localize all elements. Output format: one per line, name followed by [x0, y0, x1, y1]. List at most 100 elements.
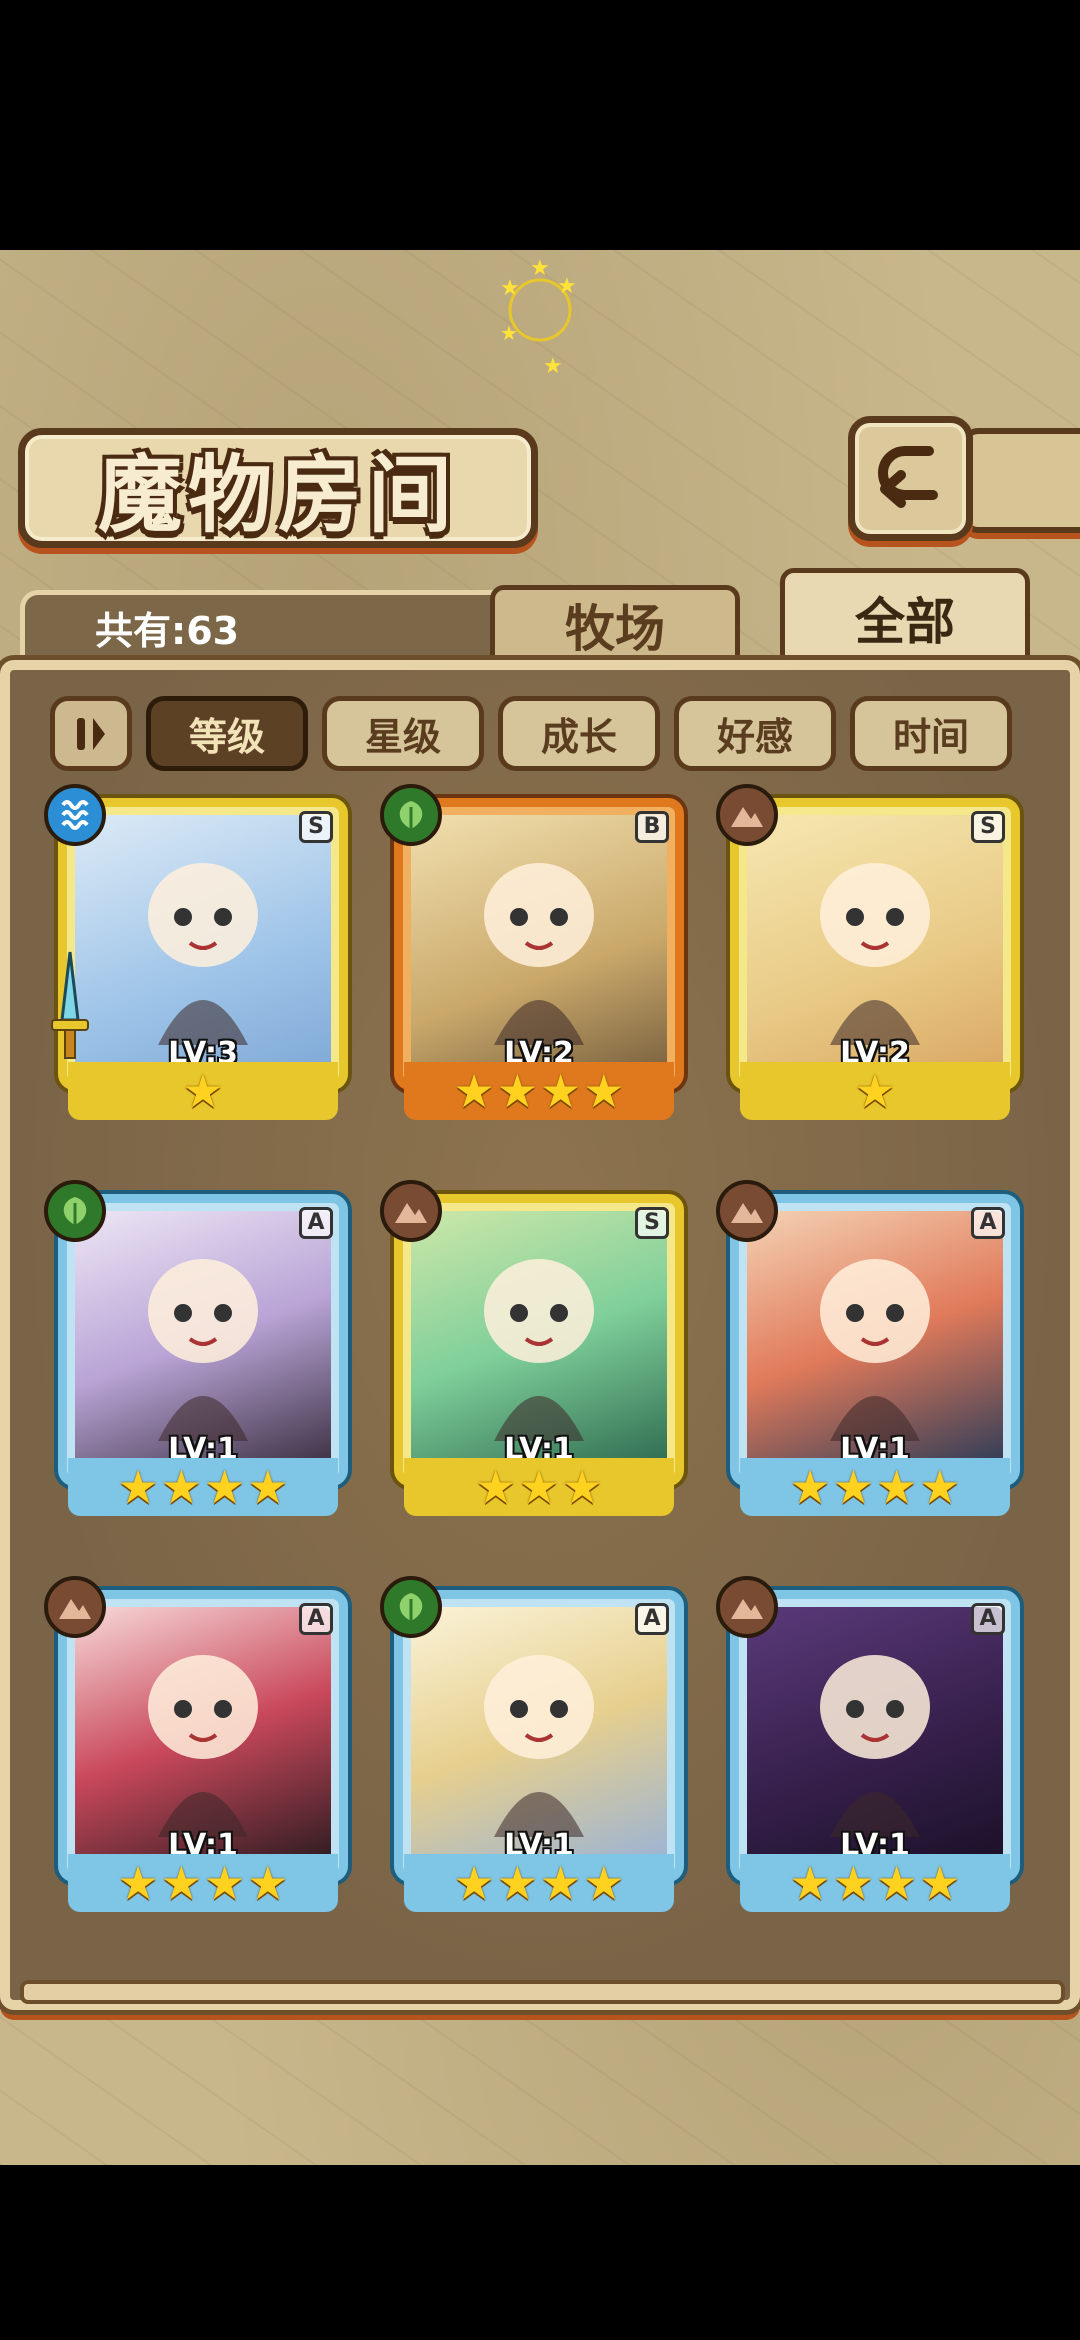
rank-badge: A: [299, 1603, 333, 1635]
page-title: 魔物房间: [97, 444, 458, 544]
monster-figure-icon: [148, 863, 258, 1045]
back-arrow-icon: [877, 445, 938, 508]
sort-level-button[interactable]: 等级: [146, 696, 308, 771]
svg-text:★: ★: [500, 321, 518, 345]
star-icon: ★: [540, 1064, 582, 1118]
monster-figure-icon: [820, 1655, 930, 1837]
star-icon: ★: [789, 1856, 831, 1910]
sort-order-icon: [77, 717, 105, 750]
card-frame: S LV:1: [394, 1194, 684, 1486]
star-rating: ★ ★ ★ ★: [68, 1458, 338, 1516]
star-icon: ★: [919, 1856, 961, 1910]
earth-element-icon: [44, 1576, 106, 1638]
svg-text:★: ★: [557, 274, 577, 299]
sort-order-toggle[interactable]: [50, 696, 132, 771]
monster-card[interactable]: B LV:2 ★ ★ ★ ★: [380, 784, 684, 1120]
earth-element-icon: [716, 1576, 778, 1638]
monster-portrait: [75, 1211, 331, 1469]
monster-portrait: [411, 815, 667, 1073]
monster-portrait: [747, 1211, 1003, 1469]
leaf-element-icon: [380, 784, 442, 846]
sort-growth-button[interactable]: 成长: [498, 696, 660, 771]
earth-element-icon: [716, 1180, 778, 1242]
monster-figure-icon: [820, 1259, 930, 1441]
count-bar: 共有:63: [20, 590, 510, 660]
star-icon: ★: [160, 1856, 202, 1910]
monster-card[interactable]: A LV:1 ★ ★ ★ ★: [716, 1180, 1020, 1516]
card-frame: A LV:1: [394, 1590, 684, 1882]
monster-portrait: [75, 815, 331, 1073]
card-frame: B LV:2: [394, 798, 684, 1090]
monster-card[interactable]: A LV:1 ★ ★ ★ ★: [380, 1576, 684, 1912]
star-icon: ★: [789, 1460, 831, 1514]
star-icon: ★: [247, 1856, 289, 1910]
rank-badge: A: [299, 1207, 333, 1239]
rank-badge: A: [971, 1207, 1005, 1239]
rank-badge: S: [635, 1207, 669, 1239]
rank-badge: S: [299, 811, 333, 843]
monster-portrait: [411, 1211, 667, 1469]
rank-badge: A: [635, 1603, 669, 1635]
star-icon: ★: [247, 1460, 289, 1514]
star-icon: ★: [496, 1856, 538, 1910]
card-frame: A LV:1: [730, 1590, 1020, 1882]
earth-element-icon: [380, 1180, 442, 1242]
monster-portrait: [75, 1607, 331, 1865]
monster-figure-icon: [484, 1259, 594, 1441]
leaf-element-icon: [380, 1576, 442, 1638]
back-rail: [962, 428, 1080, 533]
star-icon: ★: [583, 1856, 625, 1910]
star-icon: ★: [204, 1460, 246, 1514]
monster-figure-icon: [148, 1259, 258, 1441]
star-icon: ★: [561, 1460, 603, 1514]
card-frame: S LV:3: [58, 798, 348, 1090]
loading-stars-icon: ★ ★ ★ ★ ★: [500, 256, 577, 375]
sort-affection-button[interactable]: 好感: [674, 696, 836, 771]
sort-bar: 等级 星级 成长 好感 时间: [50, 696, 1012, 771]
rank-badge: A: [971, 1603, 1005, 1635]
monster-card[interactable]: S LV:1 ★ ★ ★: [380, 1180, 684, 1516]
star-icon: ★: [919, 1460, 961, 1514]
monster-count: 共有:63: [95, 609, 240, 653]
leaf-element-icon: [44, 1180, 106, 1242]
star-icon: ★: [475, 1460, 517, 1514]
svg-text:★: ★: [500, 276, 520, 301]
star-icon: ★: [876, 1460, 918, 1514]
sort-time-button[interactable]: 时间: [850, 696, 1012, 771]
monster-portrait: [411, 1607, 667, 1865]
star-rating: ★ ★ ★ ★: [68, 1854, 338, 1912]
rank-badge: B: [635, 811, 669, 843]
star-icon: ★: [832, 1460, 874, 1514]
star-icon: ★: [583, 1064, 625, 1118]
star-rating: ★: [68, 1062, 338, 1120]
monster-card[interactable]: A LV:1 ★ ★ ★ ★: [716, 1576, 1020, 1912]
water-element-icon: [44, 784, 106, 846]
star-icon: ★: [453, 1856, 495, 1910]
monster-portrait: [747, 1607, 1003, 1865]
monster-figure-icon: [484, 863, 594, 1045]
monster-card[interactable]: A LV:1 ★ ★ ★ ★: [44, 1180, 348, 1516]
title-plate: 魔物房间: [18, 428, 538, 548]
star-icon: ★: [117, 1460, 159, 1514]
card-frame: A LV:1: [58, 1590, 348, 1882]
svg-text:★: ★: [543, 354, 563, 375]
earth-element-icon: [716, 784, 778, 846]
star-rating: ★ ★ ★ ★: [740, 1854, 1010, 1912]
star-rating: ★ ★ ★ ★: [404, 1854, 674, 1912]
sword-equipment-icon: [51, 951, 89, 1059]
star-icon: ★: [518, 1460, 560, 1514]
star-icon: ★: [496, 1064, 538, 1118]
sort-stars-button[interactable]: 星级: [322, 696, 484, 771]
card-frame: S LV:2: [730, 798, 1020, 1090]
star-rating: ★: [740, 1062, 1010, 1120]
tab-all[interactable]: 全部: [780, 568, 1030, 668]
monster-figure-icon: [484, 1655, 594, 1837]
monster-card[interactable]: S LV:2 ★: [716, 784, 1020, 1120]
star-icon: ★: [540, 1856, 582, 1910]
tab-ranch[interactable]: 牧场: [490, 585, 740, 665]
monster-figure-icon: [820, 863, 930, 1045]
monster-card[interactable]: A LV:1 ★ ★ ★ ★: [44, 1576, 348, 1912]
monster-card[interactable]: S LV:3 ★: [44, 784, 348, 1120]
back-button[interactable]: [848, 416, 973, 541]
star-icon: ★: [160, 1460, 202, 1514]
